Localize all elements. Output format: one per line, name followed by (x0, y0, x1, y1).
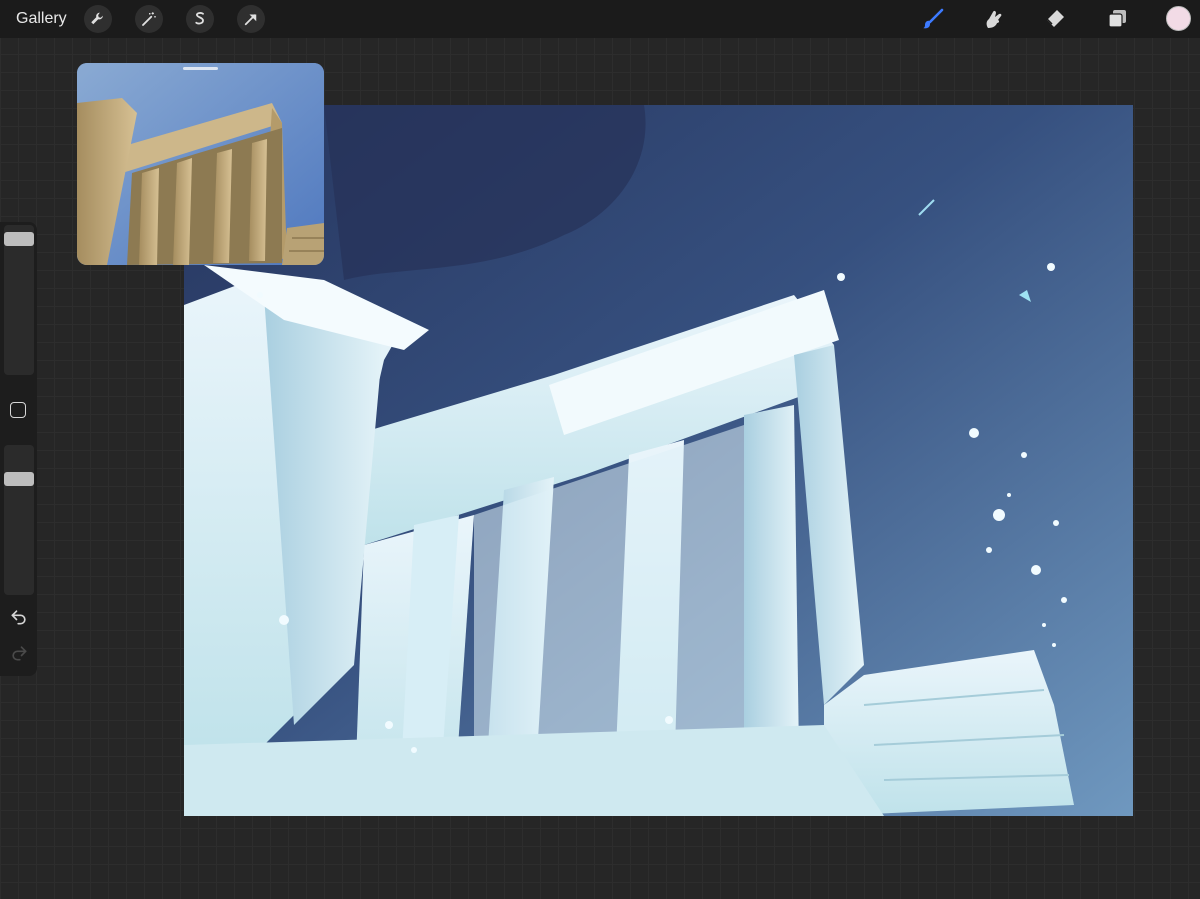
reference-drag-handle[interactable] (183, 67, 218, 70)
eraser-icon[interactable] (1043, 6, 1069, 32)
reference-window[interactable] (77, 63, 324, 265)
magic-wand-icon[interactable] (135, 5, 163, 33)
brush-size-slider[interactable] (4, 225, 34, 375)
modify-button[interactable] (10, 402, 26, 418)
drawing-canvas[interactable] (184, 105, 1133, 816)
opacity-knob[interactable] (4, 472, 34, 487)
brush-icon[interactable] (920, 6, 946, 32)
reference-photo (77, 63, 324, 265)
gallery-button[interactable]: Gallery (16, 10, 67, 28)
brush-size-knob[interactable] (4, 231, 34, 246)
painting-artwork (184, 105, 1133, 816)
layers-icon[interactable] (1105, 6, 1131, 32)
arrow-cursor-icon[interactable] (237, 5, 265, 33)
smudge-icon[interactable] (980, 6, 1006, 32)
redo-icon[interactable] (9, 643, 29, 663)
wrench-icon[interactable] (84, 5, 112, 33)
top-toolbar: Gallery (0, 0, 1200, 38)
opacity-slider[interactable] (4, 445, 34, 595)
color-picker-button[interactable] (1166, 6, 1191, 31)
left-sidebar (0, 222, 37, 676)
undo-icon[interactable] (9, 607, 29, 627)
selection-s-icon[interactable] (186, 5, 214, 33)
